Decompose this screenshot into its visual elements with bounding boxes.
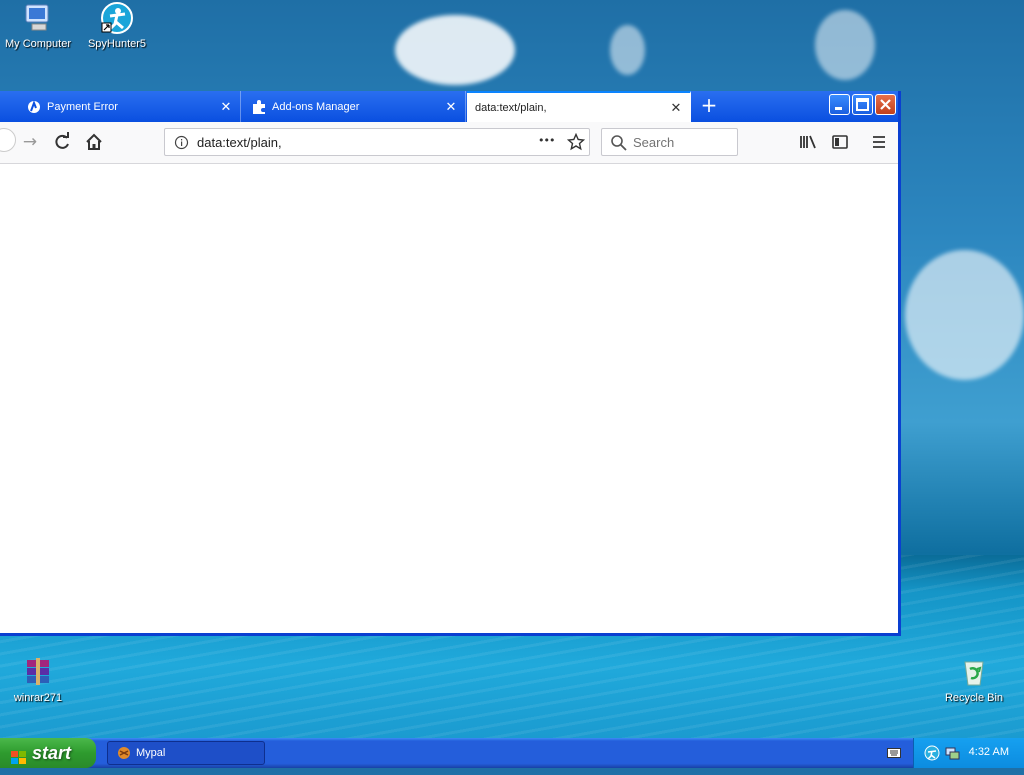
cloud (395, 15, 515, 85)
cloud (815, 10, 875, 80)
maximize-button[interactable] (852, 94, 873, 115)
back-icon[interactable] (0, 128, 16, 152)
tab-payment-error[interactable]: Payment Error ✕ (17, 91, 241, 122)
winrar-icon (22, 656, 54, 688)
close-icon[interactable]: ✕ (443, 99, 459, 115)
tab-label: Add-ons Manager (272, 100, 360, 113)
page-content[interactable] (0, 164, 898, 633)
taskbar-item-label: Mypal (136, 747, 166, 759)
menu-icon[interactable] (867, 130, 891, 154)
search-bar[interactable]: Search (601, 128, 738, 156)
desktop-icon-recycle-bin[interactable]: Recycle Bin (934, 656, 1014, 704)
payment-icon (27, 99, 41, 114)
minimize-button[interactable] (829, 94, 850, 115)
sidebar-icon[interactable] (828, 130, 852, 154)
desktop-icon-label: winrar271 (13, 692, 63, 704)
search-icon (610, 134, 628, 155)
system-tray: 4:32 AM (913, 738, 1024, 768)
url-bar[interactable]: data:text/plain, ••• (164, 128, 590, 156)
forward-icon[interactable]: → (18, 130, 42, 154)
tab-data-text-plain[interactable]: data:text/plain, ✕ (467, 91, 691, 122)
library-icon[interactable] (796, 130, 820, 154)
windows-logo-icon (10, 745, 28, 775)
computer-icon (22, 2, 54, 34)
navigation-toolbar: → data:text/plain, ••• Search (0, 122, 898, 164)
tab-label: Payment Error (47, 100, 118, 113)
page-actions-icon[interactable]: ••• (538, 134, 555, 147)
reload-icon[interactable] (50, 130, 74, 154)
close-icon[interactable]: ✕ (668, 100, 684, 116)
start-button[interactable]: start (0, 738, 96, 768)
home-icon[interactable] (82, 130, 106, 154)
desktop-icon-spyhunter[interactable]: SpyHunter5 (77, 2, 157, 50)
desktop-icon-label: My Computer (4, 38, 72, 50)
browser-window: Payment Error ✕ Add-ons Manager ✕ data:t… (0, 91, 901, 636)
spyhunter-icon (101, 2, 133, 34)
spyhunter-tray-icon[interactable] (924, 745, 940, 764)
info-icon[interactable] (174, 135, 189, 153)
taskbar: start Mypal 4:32 AM (0, 738, 1024, 768)
close-window-button[interactable] (875, 94, 896, 115)
bookmark-star-icon[interactable] (566, 132, 586, 154)
tab-label: data:text/plain, (475, 101, 547, 114)
close-icon[interactable]: ✕ (218, 99, 234, 115)
desktop-icon-my-computer[interactable]: My Computer (0, 2, 78, 50)
puzzle-icon (252, 99, 266, 114)
search-placeholder: Search (633, 135, 675, 150)
network-icon[interactable] (944, 745, 960, 764)
new-tab-button[interactable]: + (697, 94, 721, 118)
start-label: start (32, 743, 72, 763)
mypal-icon (117, 746, 131, 768)
desktop-icon-winrar[interactable]: winrar271 (0, 656, 78, 704)
tab-addons-manager[interactable]: Add-ons Manager ✕ (242, 91, 466, 122)
clock[interactable]: 4:32 AM (969, 746, 1009, 758)
cloud (610, 25, 645, 75)
desktop-icon-label: Recycle Bin (944, 692, 1004, 704)
recycle-bin-icon (958, 656, 990, 688)
taskbar-item-mypal[interactable]: Mypal (107, 741, 265, 765)
desktop-icon-label: SpyHunter5 (87, 38, 147, 50)
keyboard-icon[interactable] (887, 747, 901, 762)
tab-bar: Payment Error ✕ Add-ons Manager ✕ data:t… (0, 91, 898, 122)
cloud (905, 250, 1024, 380)
url-text: data:text/plain, (197, 135, 282, 150)
